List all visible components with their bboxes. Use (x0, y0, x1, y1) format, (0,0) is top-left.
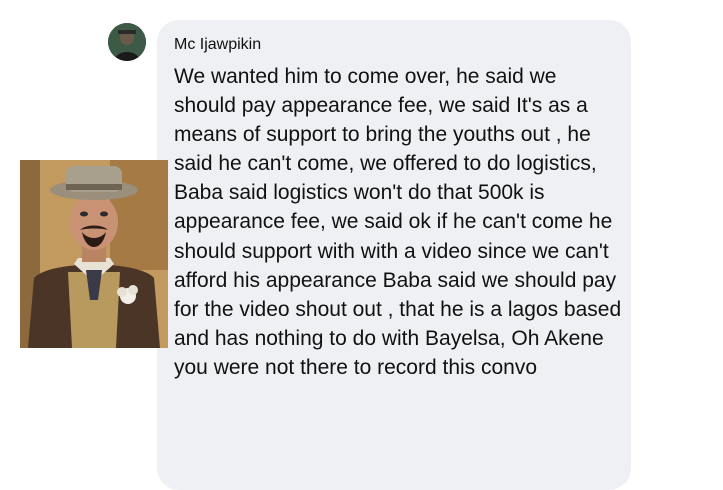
sender-avatar[interactable] (108, 23, 146, 61)
meme-portrait-image (20, 160, 168, 348)
reaction-meme-image (20, 160, 168, 348)
sender-name[interactable]: Mc Ijawpikin (174, 36, 261, 54)
message-text: We wanted him to come over, he said we s… (174, 65, 622, 379)
user-avatar-icon (108, 23, 146, 61)
